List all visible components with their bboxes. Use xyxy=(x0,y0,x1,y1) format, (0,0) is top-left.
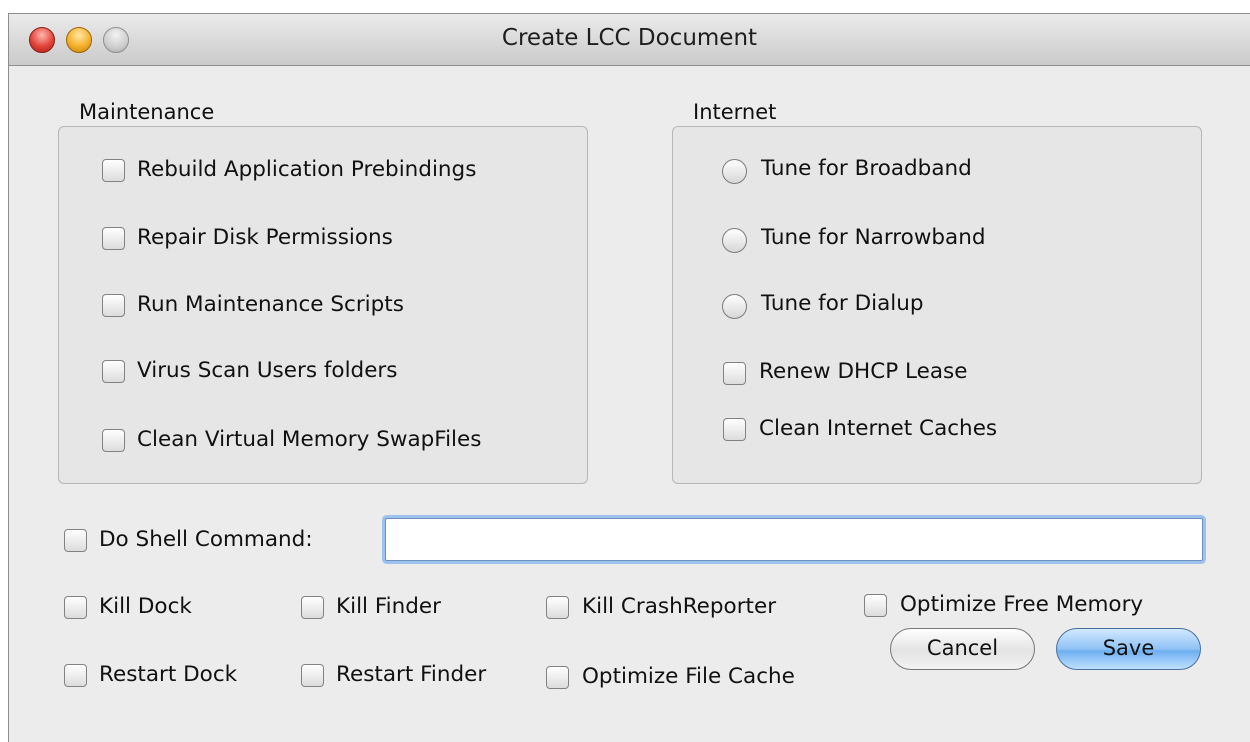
rebuild-prebindings-checkbox[interactable] xyxy=(102,159,125,182)
tune-dialup-radio[interactable] xyxy=(722,294,747,319)
repair-permissions-checkbox[interactable] xyxy=(102,227,125,250)
restart-dock-label[interactable]: Restart Dock xyxy=(99,662,237,687)
kill-crashreporter-checkbox[interactable] xyxy=(546,596,569,619)
restart-finder-label[interactable]: Restart Finder xyxy=(336,662,486,687)
rebuild-prebindings-label[interactable]: Rebuild Application Prebindings xyxy=(137,157,476,182)
kill-finder-checkbox[interactable] xyxy=(301,596,324,619)
optimize-free-memory-checkbox[interactable] xyxy=(864,594,887,617)
do-shell-command-checkbox[interactable] xyxy=(64,529,87,552)
virus-scan-checkbox[interactable] xyxy=(102,360,125,383)
clean-swapfiles-label[interactable]: Clean Virtual Memory SwapFiles xyxy=(137,427,481,452)
restart-finder-checkbox[interactable] xyxy=(301,664,324,687)
title-bar[interactable]: Create LCC Document xyxy=(9,14,1250,66)
kill-dock-label[interactable]: Kill Dock xyxy=(99,594,192,619)
shell-command-input[interactable] xyxy=(385,518,1203,561)
save-button[interactable]: Save xyxy=(1056,628,1201,670)
kill-finder-label[interactable]: Kill Finder xyxy=(336,594,441,619)
repair-permissions-label[interactable]: Repair Disk Permissions xyxy=(137,225,393,250)
tune-broadband-radio[interactable] xyxy=(722,159,747,184)
tune-narrowband-radio[interactable] xyxy=(722,228,747,253)
clean-swapfiles-checkbox[interactable] xyxy=(102,429,125,452)
run-maintenance-scripts-checkbox[interactable] xyxy=(102,294,125,317)
clean-internet-caches-checkbox[interactable] xyxy=(723,418,746,441)
virus-scan-label[interactable]: Virus Scan Users folders xyxy=(137,358,397,383)
run-maintenance-scripts-label[interactable]: Run Maintenance Scripts xyxy=(137,292,404,317)
tune-dialup-label[interactable]: Tune for Dialup xyxy=(761,291,924,316)
cancel-button[interactable]: Cancel xyxy=(890,628,1035,670)
tune-broadband-label[interactable]: Tune for Broadband xyxy=(761,156,972,181)
renew-dhcp-label[interactable]: Renew DHCP Lease xyxy=(759,359,967,384)
dialog-window: Create LCC Document Maintenance Rebuild … xyxy=(8,13,1250,742)
optimize-file-cache-label[interactable]: Optimize File Cache xyxy=(582,664,795,689)
kill-crashreporter-label[interactable]: Kill CrashReporter xyxy=(582,594,776,619)
renew-dhcp-checkbox[interactable] xyxy=(723,362,746,385)
restart-dock-checkbox[interactable] xyxy=(64,664,87,687)
kill-dock-checkbox[interactable] xyxy=(64,596,87,619)
do-shell-command-label[interactable]: Do Shell Command: xyxy=(99,527,313,552)
maintenance-group-label: Maintenance xyxy=(79,100,215,124)
clean-internet-caches-label[interactable]: Clean Internet Caches xyxy=(759,416,997,441)
tune-narrowband-label[interactable]: Tune for Narrowband xyxy=(761,225,986,250)
window-title: Create LCC Document xyxy=(501,25,758,51)
optimize-file-cache-checkbox[interactable] xyxy=(546,666,569,689)
optimize-free-memory-label[interactable]: Optimize Free Memory xyxy=(900,592,1143,617)
internet-group-label: Internet xyxy=(693,100,777,124)
